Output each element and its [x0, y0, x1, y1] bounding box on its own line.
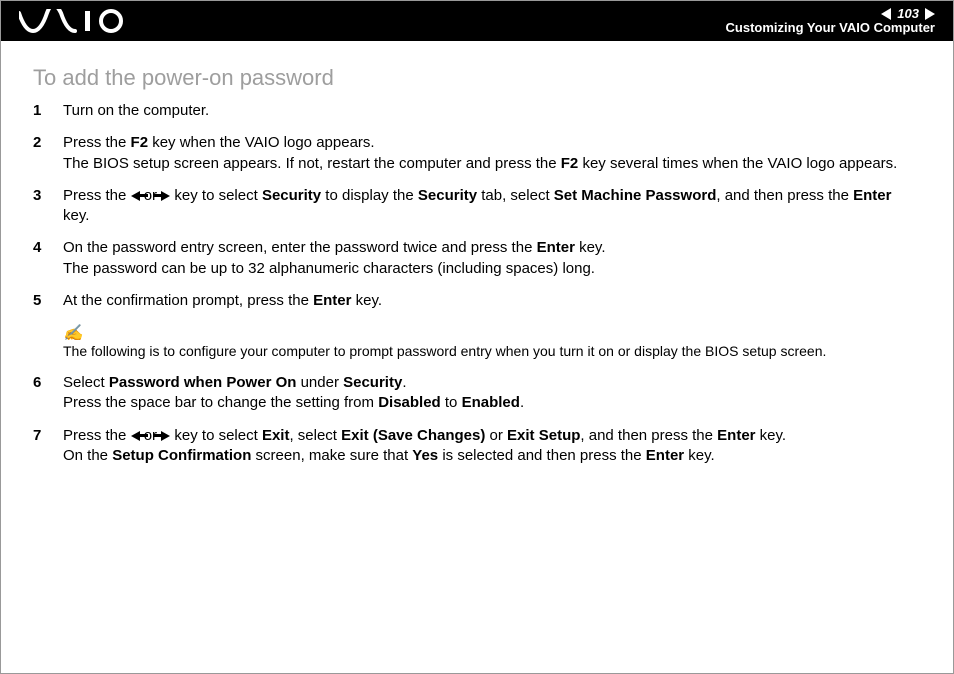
header-right: 103 Customizing Your VAIO Computer	[726, 7, 935, 36]
page-number: 103	[897, 7, 919, 21]
note-icon: ✍	[63, 323, 921, 343]
bold-text: Exit	[262, 427, 290, 444]
arrow-right-icon	[161, 431, 170, 441]
bold-text: Exit Setup	[507, 427, 580, 444]
vaio-logo	[19, 9, 129, 33]
step-body: Press the or key to select Exit, select …	[63, 426, 921, 467]
page: 103 Customizing Your VAIO Computer To ad…	[0, 0, 954, 674]
text: key when the VAIO logo appears.	[148, 134, 375, 151]
step-item: 4On the password entry screen, enter the…	[33, 238, 921, 279]
text: , and then press the	[580, 427, 717, 444]
text: screen, make sure that	[251, 447, 412, 464]
header-bar: 103 Customizing Your VAIO Computer	[1, 1, 953, 41]
text: Turn on the computer.	[63, 102, 209, 119]
page-nav: 103	[726, 7, 935, 21]
step-item: 5At the confirmation prompt, press the E…	[33, 291, 921, 311]
text: Press the	[63, 427, 131, 444]
step-item: 2Press the F2 key when the VAIO logo app…	[33, 133, 921, 174]
bold-text: Enter	[313, 292, 351, 309]
bold-text: Set Machine Password	[554, 187, 717, 204]
step-item: 6Select Password when Power On under Sec…	[33, 373, 921, 414]
content: To add the power-on password 1Turn on th…	[1, 41, 953, 466]
step-number: 3	[33, 186, 63, 206]
prev-page-icon[interactable]	[881, 8, 891, 20]
text: The BIOS setup screen appears. If not, r…	[63, 155, 561, 172]
text: .	[520, 394, 524, 411]
step-number: 7	[33, 426, 63, 446]
text: , select	[289, 427, 341, 444]
text: Press the	[63, 187, 131, 204]
arrow-right-icon	[161, 191, 170, 201]
bold-text: Enter	[853, 187, 891, 204]
text: under	[296, 374, 343, 391]
text: Select	[63, 374, 109, 391]
bold-text: Security	[343, 374, 402, 391]
text: is selected and then press the	[438, 447, 646, 464]
text: key to select	[170, 427, 262, 444]
step-item: 7Press the or key to select Exit, select…	[33, 426, 921, 467]
text: to	[441, 394, 462, 411]
text: Press the space bar to change the settin…	[63, 394, 378, 411]
bold-text: Security	[262, 187, 321, 204]
text: On the	[63, 447, 112, 464]
text: key.	[575, 239, 606, 256]
step-body: Press the F2 key when the VAIO logo appe…	[63, 133, 921, 174]
text: to display the	[321, 187, 418, 204]
text: Press the	[63, 134, 131, 151]
bold-text: Password when Power On	[109, 374, 297, 391]
step-number: 6	[33, 373, 63, 393]
step-item: 1Turn on the computer.	[33, 101, 921, 121]
step-number: 5	[33, 291, 63, 311]
step-body: Press the or key to select Security to d…	[63, 186, 921, 227]
step-number: 1	[33, 101, 63, 121]
text: On the password entry screen, enter the …	[63, 239, 537, 256]
text: , and then press the	[716, 187, 853, 204]
bold-text: Enter	[717, 427, 755, 444]
steps-list: 1Turn on the computer.2Press the F2 key …	[33, 101, 921, 311]
bold-text: F2	[131, 134, 149, 151]
text: key.	[756, 427, 787, 444]
next-page-icon[interactable]	[925, 8, 935, 20]
bold-text: Yes	[412, 447, 438, 464]
section-title: Customizing Your VAIO Computer	[726, 21, 935, 35]
text: key several times when the VAIO logo app…	[578, 155, 897, 172]
steps-list-2: 6Select Password when Power On under Sec…	[33, 373, 921, 466]
bold-text: Disabled	[378, 394, 441, 411]
text: key.	[63, 207, 89, 224]
bold-text: Setup Confirmation	[112, 447, 251, 464]
step-number: 2	[33, 133, 63, 153]
bold-text: Exit (Save Changes)	[341, 427, 485, 444]
bold-text: Enabled	[462, 394, 520, 411]
bold-text: Enter	[646, 447, 684, 464]
step-body: Select Password when Power On under Secu…	[63, 373, 921, 414]
text: At the confirmation prompt, press the	[63, 292, 313, 309]
step-body: On the password entry screen, enter the …	[63, 238, 921, 279]
bold-text: Enter	[537, 239, 575, 256]
note-block: ✍ The following is to configure your com…	[63, 323, 921, 361]
step-item: 3Press the or key to select Security to …	[33, 186, 921, 227]
text: key to select	[170, 187, 262, 204]
bold-text: F2	[561, 155, 579, 172]
note-text: The following is to configure your compu…	[63, 343, 826, 359]
page-title: To add the power-on password	[33, 65, 921, 91]
text: tab, select	[477, 187, 554, 204]
text: key.	[684, 447, 715, 464]
step-body: At the confirmation prompt, press the En…	[63, 291, 921, 311]
step-number: 4	[33, 238, 63, 258]
arrow-left-icon	[131, 431, 140, 441]
text: The password can be up to 32 alphanumeri…	[63, 260, 595, 277]
bold-text: Security	[418, 187, 477, 204]
step-body: Turn on the computer.	[63, 101, 921, 121]
text: key.	[351, 292, 382, 309]
text: .	[402, 374, 406, 391]
text: or	[485, 427, 507, 444]
arrow-left-icon	[131, 191, 140, 201]
